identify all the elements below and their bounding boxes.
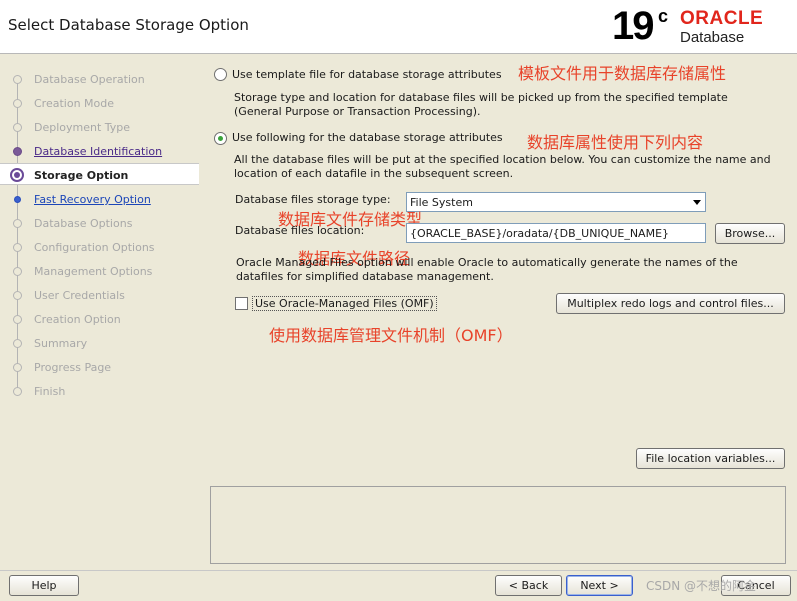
step-indicator-icon: [13, 243, 22, 252]
footer-divider: [0, 570, 797, 571]
nav-step-storage-option: Storage Option: [0, 163, 199, 185]
nav-step-label: Management Options: [34, 265, 153, 278]
step-indicator-icon: [13, 75, 22, 84]
omf-description: Oracle Managed Files option will enable …: [236, 256, 738, 283]
template-option-radio[interactable]: [214, 68, 227, 81]
nav-step-configuration-options: Configuration Options: [0, 236, 199, 258]
nav-step-management-options: Management Options: [0, 260, 199, 282]
nav-step-label: Creation Mode: [34, 97, 115, 110]
page-title: Select Database Storage Option: [8, 16, 249, 34]
nav-step-fast-recovery-option[interactable]: Fast Recovery Option: [0, 188, 199, 210]
following-option-radio[interactable]: [214, 132, 227, 145]
nav-step-database-operation: Database Operation: [0, 68, 199, 90]
logo-product: Database: [680, 29, 745, 46]
watermark: CSDN @不想的阿金: [646, 579, 757, 593]
nav-step-label: Database Options: [34, 217, 133, 230]
nav-step-summary: Summary: [0, 332, 199, 354]
nav-step-creation-mode: Creation Mode: [0, 92, 199, 114]
step-next-icon: [14, 196, 21, 203]
header: Select Database Storage Option 19 c ORAC…: [0, 0, 797, 54]
logo-brand: ORACLE: [680, 8, 764, 29]
location-label: Database files location:: [235, 224, 365, 237]
template-option-annotation: 模板文件用于数据库存储属性: [518, 64, 727, 83]
nav-step-label: Finish: [34, 385, 66, 398]
omf-checkbox-label[interactable]: Use Oracle-Managed Files (OMF): [252, 296, 437, 311]
step-indicator-icon: [13, 291, 22, 300]
next-button[interactable]: Next >: [566, 575, 633, 596]
step-indicator-icon: [13, 219, 22, 228]
template-option-label[interactable]: Use template file for database storage a…: [232, 68, 502, 81]
following-option-annotation: 数据库属性使用下列内容: [527, 133, 704, 152]
nav-step-database-options: Database Options: [0, 212, 199, 234]
step-indicator-icon: [13, 123, 22, 132]
oracle-logo: 19 c ORACLE Database: [608, 4, 793, 50]
step-indicator-icon: [13, 267, 22, 276]
step-indicator-icon: [13, 387, 22, 396]
nav-step-progress-page: Progress Page: [0, 356, 199, 378]
step-indicator-icon: [13, 99, 22, 108]
step-current-icon: [10, 168, 24, 182]
multiplex-button[interactable]: Multiplex redo logs and control files...: [556, 293, 785, 314]
nav-step-label: User Credentials: [34, 289, 125, 302]
nav-step-label: Configuration Options: [34, 241, 155, 254]
step-indicator-icon: [13, 363, 22, 372]
nav-step-label[interactable]: Fast Recovery Option: [34, 193, 151, 206]
nav-step-label: Progress Page: [34, 361, 112, 374]
back-button[interactable]: < Back: [495, 575, 562, 596]
nav-step-label: Database Operation: [34, 73, 145, 86]
browse-button[interactable]: Browse...: [715, 223, 785, 244]
nav-step-label: Storage Option: [34, 169, 129, 182]
nav-step-label: Summary: [34, 337, 88, 350]
nav-step-database-identification[interactable]: Database Identification: [0, 140, 199, 162]
help-button[interactable]: Help: [9, 575, 79, 596]
logo-version-suffix: c: [658, 6, 669, 26]
step-indicator-icon: [13, 339, 22, 348]
nav-step-user-credentials: User Credentials: [0, 284, 199, 306]
location-input[interactable]: {ORACLE_BASE}/oradata/{DB_UNIQUE_NAME}: [406, 223, 706, 243]
nav-step-label: Creation Option: [34, 313, 121, 326]
step-indicator-icon: [13, 315, 22, 324]
storage-type-label: Database files storage type:: [235, 193, 391, 206]
omf-annotation: 使用数据库管理文件机制（OMF）: [269, 326, 513, 345]
nav-step-label[interactable]: Database Identification: [34, 145, 162, 158]
logo-version: 19: [612, 4, 654, 48]
message-area: [210, 486, 786, 564]
storage-type-select[interactable]: File System: [406, 192, 706, 212]
nav-step-finish: Finish: [0, 380, 199, 402]
following-option-label[interactable]: Use following for the database storage a…: [232, 131, 503, 144]
nav-step-creation-option: Creation Option: [0, 308, 199, 330]
step-complete-icon: [13, 147, 22, 156]
nav-step-deployment-type: Deployment Type: [0, 116, 199, 138]
chevron-down-icon: [693, 200, 701, 205]
omf-checkbox[interactable]: [235, 297, 248, 310]
following-option-description: All the database files will be put at th…: [234, 153, 771, 180]
template-option-description: Storage type and location for database f…: [234, 91, 728, 118]
file-location-variables-button[interactable]: File location variables...: [636, 448, 785, 469]
nav-step-label: Deployment Type: [34, 121, 131, 134]
